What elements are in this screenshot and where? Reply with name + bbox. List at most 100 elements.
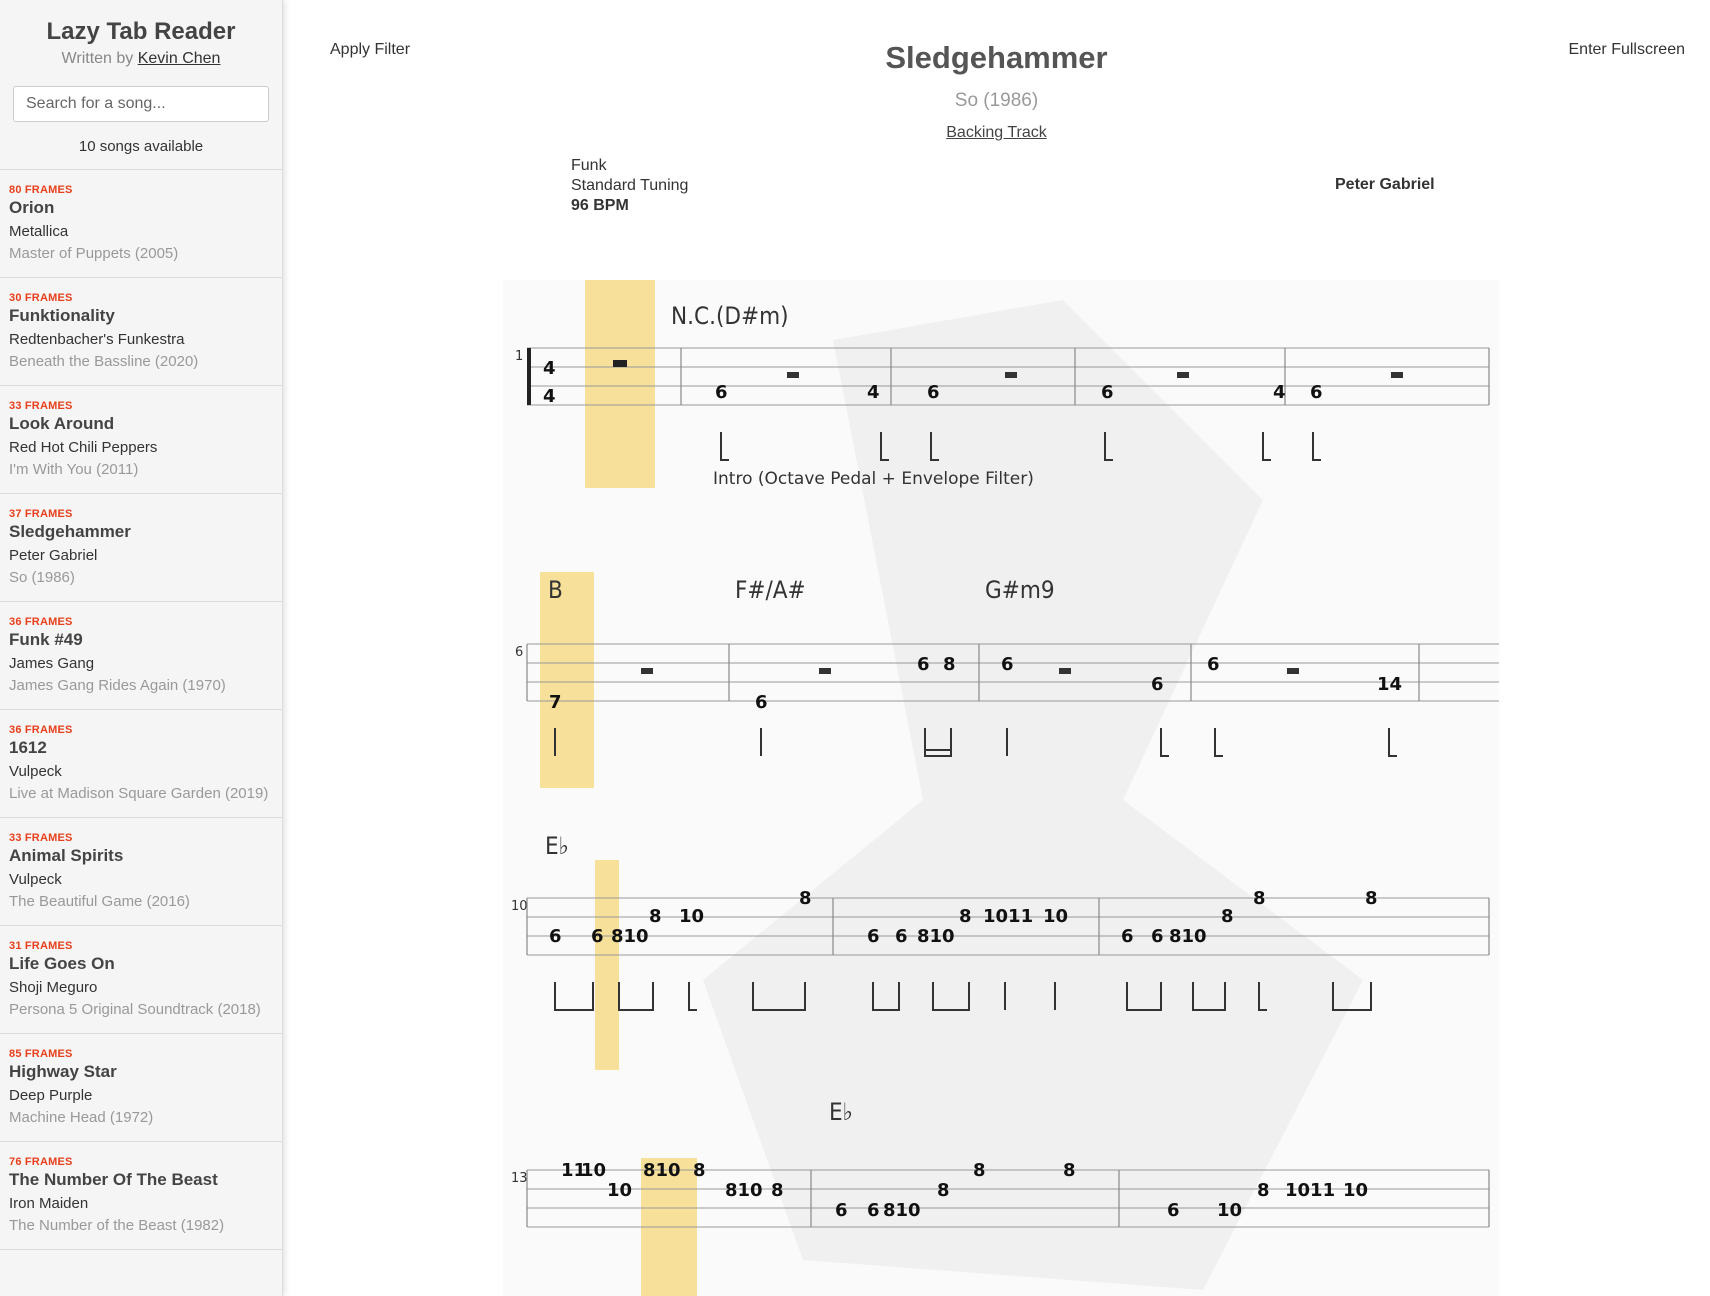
beat-highlight: [540, 572, 594, 788]
svg-text:6: 6: [1151, 926, 1164, 947]
svg-text:8: 8: [693, 1160, 706, 1181]
song-artist: Peter Gabriel: [1335, 176, 1435, 193]
svg-text:10: 10: [1217, 1200, 1242, 1221]
backing-track-link[interactable]: Backing Track: [946, 124, 1046, 142]
byline: Written by Kevin Chen: [0, 50, 282, 68]
song-list-item[interactable]: 76 FRAMES The Number Of The Beast Iron Mai…: [0, 1142, 282, 1250]
svg-text:6: 6: [917, 654, 930, 675]
song-genre: Funk: [571, 157, 607, 174]
song-list-item[interactable]: 31 FRAMES Life Goes On Shoji Meguro Persona…: [0, 926, 282, 1034]
song-item-album: Live at Madison Square Garden (2019): [9, 785, 269, 802]
song-header: Sledgehammer So (1986) Backing Track: [283, 40, 1710, 142]
song-tuning: Standard Tuning: [571, 177, 689, 194]
svg-text:8: 8: [799, 888, 812, 909]
song-title: Sledgehammer: [885, 40, 1108, 75]
sheet-music-frame: N.C.(D#m) 1 4 4 646 646 Intro (Octave Pe…: [503, 280, 1499, 1296]
svg-text:1011: 1011: [983, 906, 1033, 927]
svg-text:6: 6: [1001, 654, 1014, 675]
song-list-item[interactable]: 36 FRAMES Funk #49 James Gang James Gang Ri…: [0, 602, 282, 710]
svg-text:6: 6: [1310, 382, 1323, 403]
sidebar: Lazy Tab Reader Written by Kevin Chen 10…: [0, 0, 283, 1296]
song-bpm: 96 BPM: [571, 197, 629, 214]
app-title: Lazy Tab Reader: [46, 18, 236, 45]
svg-text:6: 6: [1151, 674, 1164, 695]
svg-text:7: 7: [549, 692, 562, 713]
song-item-artist: Red Hot Chili Peppers: [9, 439, 158, 456]
measure-number: 10: [511, 899, 528, 914]
svg-text:8: 8: [1063, 1160, 1076, 1181]
search-input[interactable]: [13, 86, 269, 122]
svg-text:8: 8: [771, 1180, 784, 1201]
svg-text:8: 8: [937, 1180, 950, 1201]
svg-text:8: 8: [1253, 888, 1266, 909]
song-list-item[interactable]: 30 FRAMES Funktionality Redtenbacher's Fun…: [0, 278, 282, 386]
song-item-artist: Vulpeck: [9, 763, 62, 780]
song-item-album: Beneath the Bassline (2020): [9, 353, 199, 370]
svg-text:8: 8: [649, 906, 662, 927]
song-list: 80 FRAMES Orion Metallica Master of Puppets…: [0, 170, 282, 1250]
chord-label: B: [548, 576, 563, 604]
song-item-album: The Beautiful Game (2016): [9, 893, 190, 910]
whole-rest: [613, 360, 627, 367]
svg-text:6: 6: [927, 382, 940, 403]
svg-text:6: 6: [755, 692, 768, 713]
song-item-artist: Vulpeck: [9, 871, 62, 888]
svg-text:8: 8: [1221, 906, 1234, 927]
song-frame-count: 33 FRAMES: [9, 400, 73, 412]
byline-prefix: Written by: [61, 50, 134, 67]
time-sig-top: 4: [543, 358, 556, 379]
song-item-album: Machine Head (1972): [9, 1109, 154, 1126]
song-list-item[interactable]: 36 FRAMES 1612 Vulpeck Live at Madison Squa…: [0, 710, 282, 818]
song-item-title: Highway Star: [9, 1062, 117, 1081]
svg-text:8: 8: [959, 906, 972, 927]
song-item-title: Look Around: [9, 414, 115, 433]
song-list-item[interactable]: 33 FRAMES Animal Spirits Vulpeck The Beauti…: [0, 818, 282, 926]
svg-text:1011: 1011: [1285, 1180, 1335, 1201]
song-item-album: Master of Puppets (2005): [9, 245, 179, 262]
tab-notation: N.C.(D#m) 1 4 4 646 646 Intro (Octave Pe…: [511, 280, 1499, 1296]
song-frame-count: 37 FRAMES: [9, 508, 73, 520]
svg-text:810: 810: [611, 926, 649, 947]
song-item-artist: Metallica: [9, 223, 69, 240]
svg-text:10: 10: [1343, 1180, 1368, 1201]
song-item-title: Sledgehammer: [9, 522, 131, 541]
song-list-item[interactable]: 80 FRAMES Orion Metallica Master of Puppets…: [0, 170, 282, 278]
svg-text:6: 6: [549, 926, 562, 947]
song-item-album: Persona 5 Original Soundtrack (2018): [9, 1001, 261, 1018]
song-item-title: Life Goes On: [9, 954, 115, 973]
svg-text:6: 6: [835, 1200, 848, 1221]
song-frame-count: 36 FRAMES: [9, 724, 73, 736]
song-item-artist: Iron Maiden: [9, 1195, 89, 1212]
song-list-item[interactable]: 33 FRAMES Look Around Red Hot Chili Pepper…: [0, 386, 282, 494]
song-item-title: 1612: [9, 738, 47, 757]
svg-text:8: 8: [973, 1160, 986, 1181]
song-item-title: Funktionality: [9, 306, 115, 325]
author-link[interactable]: Kevin Chen: [138, 50, 221, 67]
svg-text:10: 10: [1043, 906, 1068, 927]
song-frame-count: 76 FRAMES: [9, 1156, 73, 1168]
song-meta: Funk Standard Tuning 96 BPM: [571, 156, 688, 216]
song-item-album: James Gang Rides Again (1970): [9, 677, 226, 694]
svg-text:10: 10: [581, 1160, 606, 1181]
svg-text:4: 4: [867, 382, 880, 403]
songs-count: 10 songs available: [0, 138, 282, 170]
song-item-title: Funk #49: [9, 630, 83, 649]
beat-highlight: [595, 860, 619, 1070]
song-frame-count: 33 FRAMES: [9, 832, 73, 844]
song-list-item[interactable]: 85 FRAMES Highway Star Deep Purple Machine …: [0, 1034, 282, 1142]
song-item-title: Animal Spirits: [9, 846, 124, 865]
svg-text:6: 6: [591, 926, 604, 947]
svg-text:8: 8: [1365, 888, 1378, 909]
song-item-artist: Redtenbacher's Funkestra: [9, 331, 185, 348]
svg-text:810: 810: [643, 1160, 681, 1181]
svg-text:810: 810: [917, 926, 955, 947]
svg-text:6: 6: [1101, 382, 1114, 403]
song-frame-count: 85 FRAMES: [9, 1048, 73, 1060]
svg-text:810: 810: [725, 1180, 763, 1201]
svg-text:810: 810: [883, 1200, 921, 1221]
song-frame-count: 36 FRAMES: [9, 616, 73, 628]
section-label: Intro (Octave Pedal + Envelope Filter): [713, 469, 1034, 489]
svg-text:10: 10: [679, 906, 704, 927]
song-list-item[interactable]: 37 FRAMES Sledgehammer Peter Gabriel So (19…: [0, 494, 282, 602]
svg-text:10: 10: [607, 1180, 632, 1201]
